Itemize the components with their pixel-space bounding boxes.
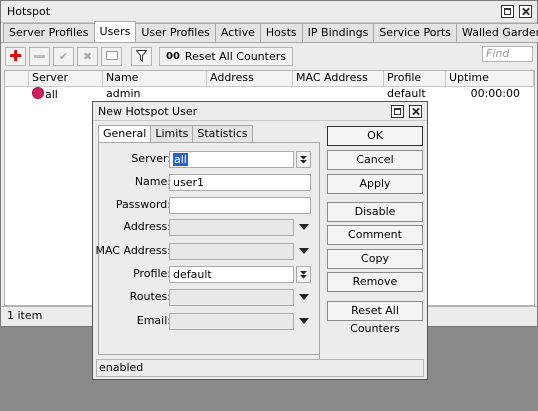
column-header-uptime[interactable]: Uptime [446, 71, 534, 86]
email-expand-icon[interactable] [299, 318, 309, 324]
restore-icon[interactable] [501, 5, 514, 18]
address-label: Address: [123, 220, 171, 233]
cell-address [207, 87, 293, 101]
reset-all-counters-dialog-button[interactable]: Reset All Counters [327, 301, 423, 335]
comment-icon[interactable] [101, 46, 122, 66]
copy-button[interactable]: Copy [327, 249, 423, 269]
server-row: Server: all [99, 151, 319, 168]
window-title: Hotspot [7, 5, 51, 18]
tab-user-profiles[interactable]: User Profiles [135, 23, 216, 42]
routes-expand-icon[interactable] [299, 294, 309, 300]
column-header-address[interactable]: Address [207, 71, 293, 86]
cell-name: admin [106, 87, 141, 100]
column-header-server[interactable]: Server [29, 71, 103, 86]
reset-all-counters-button[interactable]: 00 Reset All Counters [159, 46, 293, 66]
tab-ip-bindings[interactable]: IP Bindings [301, 23, 375, 42]
address-field[interactable] [169, 219, 294, 236]
comment-button[interactable]: Comment [327, 225, 423, 245]
profile-row: Profile: default [99, 266, 319, 283]
cancel-button[interactable]: Cancel [327, 150, 423, 170]
find-input[interactable]: Find [482, 46, 533, 62]
column-header-profile[interactable]: Profile [384, 71, 446, 86]
new-hotspot-user-dialog: New Hotspot User General Limits Statisti… [92, 101, 428, 380]
address-expand-icon[interactable] [299, 224, 309, 230]
restore-icon[interactable] [391, 104, 404, 118]
name-row: Name: user1 [99, 174, 319, 191]
mac-address-row: MAC Address: [95, 243, 319, 260]
profile-label: Profile: [133, 267, 171, 280]
mac-address-expand-icon[interactable] [299, 248, 309, 254]
tab-hosts[interactable]: Hosts [259, 23, 303, 42]
table-header: Server Name Address MAC Address Profile … [5, 71, 534, 87]
column-header-name[interactable]: Name [103, 71, 207, 86]
add-icon[interactable]: ✚ [5, 46, 26, 66]
tab-walled-garden[interactable]: Walled Garden [456, 23, 538, 42]
routes-field[interactable] [169, 289, 294, 306]
server-select[interactable]: all [169, 151, 294, 168]
password-row: Password: [99, 197, 319, 214]
email-field[interactable] [169, 313, 294, 330]
table-row[interactable]: all admin default 00:00:00 [5, 87, 534, 101]
general-form: Server: all Name: user1 Password: Addres… [95, 142, 320, 355]
dialog-tabs: General Limits Statistics [98, 125, 253, 143]
profile-select[interactable]: default [169, 266, 294, 283]
email-label: Email: [136, 314, 171, 327]
tab-service-ports[interactable]: Service Ports [373, 23, 458, 42]
tab-users[interactable]: Users [93, 21, 137, 42]
ok-button[interactable]: OK [327, 126, 423, 146]
window-titlebar: Hotspot [1, 1, 537, 23]
mac-address-label: MAC Address: [95, 244, 171, 257]
enable-icon[interactable]: ✔ [53, 46, 74, 66]
dialog-status: enabled [96, 359, 424, 377]
column-header-mac-address[interactable]: MAC Address [293, 71, 384, 86]
tab-limits[interactable]: Limits [150, 125, 194, 143]
password-label: Password: [115, 198, 171, 211]
name-label: Name: [134, 175, 171, 188]
tab-statistics[interactable]: Statistics [192, 125, 253, 143]
close-icon[interactable] [409, 104, 422, 118]
profile-dropdown-button[interactable] [296, 266, 311, 283]
dialog-title: New Hotspot User [98, 104, 198, 118]
password-field[interactable] [169, 197, 311, 214]
remove-icon[interactable] [29, 46, 50, 66]
toolbar: ✚ ✔ ✖ 00 Reset All Counters [1, 43, 537, 69]
disable-button[interactable]: Disable [327, 202, 423, 222]
apply-button[interactable]: Apply [327, 174, 423, 194]
column-header-blank[interactable] [5, 71, 29, 86]
name-field[interactable]: user1 [169, 174, 311, 191]
tab-bar: Server Profiles Users User Profiles Acti… [1, 21, 538, 43]
cell-server-value: all [45, 88, 58, 101]
server-label: Server: [131, 152, 171, 165]
close-icon[interactable] [519, 5, 532, 18]
address-row: Address: [99, 219, 319, 236]
counter-reset-icon: 00 [166, 50, 180, 62]
routes-label: Routes: [129, 290, 171, 303]
tab-server-profiles[interactable]: Server Profiles [3, 23, 95, 42]
disable-icon[interactable]: ✖ [77, 46, 98, 66]
cell-server: all [29, 87, 103, 101]
cell-uptime: 00:00:00 [470, 87, 520, 100]
remove-button[interactable]: Remove [327, 272, 423, 292]
dialog-titlebar: New Hotspot User [93, 102, 427, 121]
tab-active[interactable]: Active [214, 23, 261, 42]
user-icon [32, 87, 44, 99]
cell-profile: default [387, 87, 426, 100]
reset-all-counters-label: Reset All Counters [184, 49, 286, 63]
tab-general[interactable]: General [98, 125, 152, 143]
server-dropdown-button[interactable] [296, 151, 311, 168]
cell-mac-address [293, 87, 384, 101]
routes-row: Routes: [99, 289, 319, 306]
filter-icon[interactable] [131, 46, 152, 66]
mac-address-field[interactable] [169, 243, 294, 260]
email-row: Email: [99, 313, 319, 330]
